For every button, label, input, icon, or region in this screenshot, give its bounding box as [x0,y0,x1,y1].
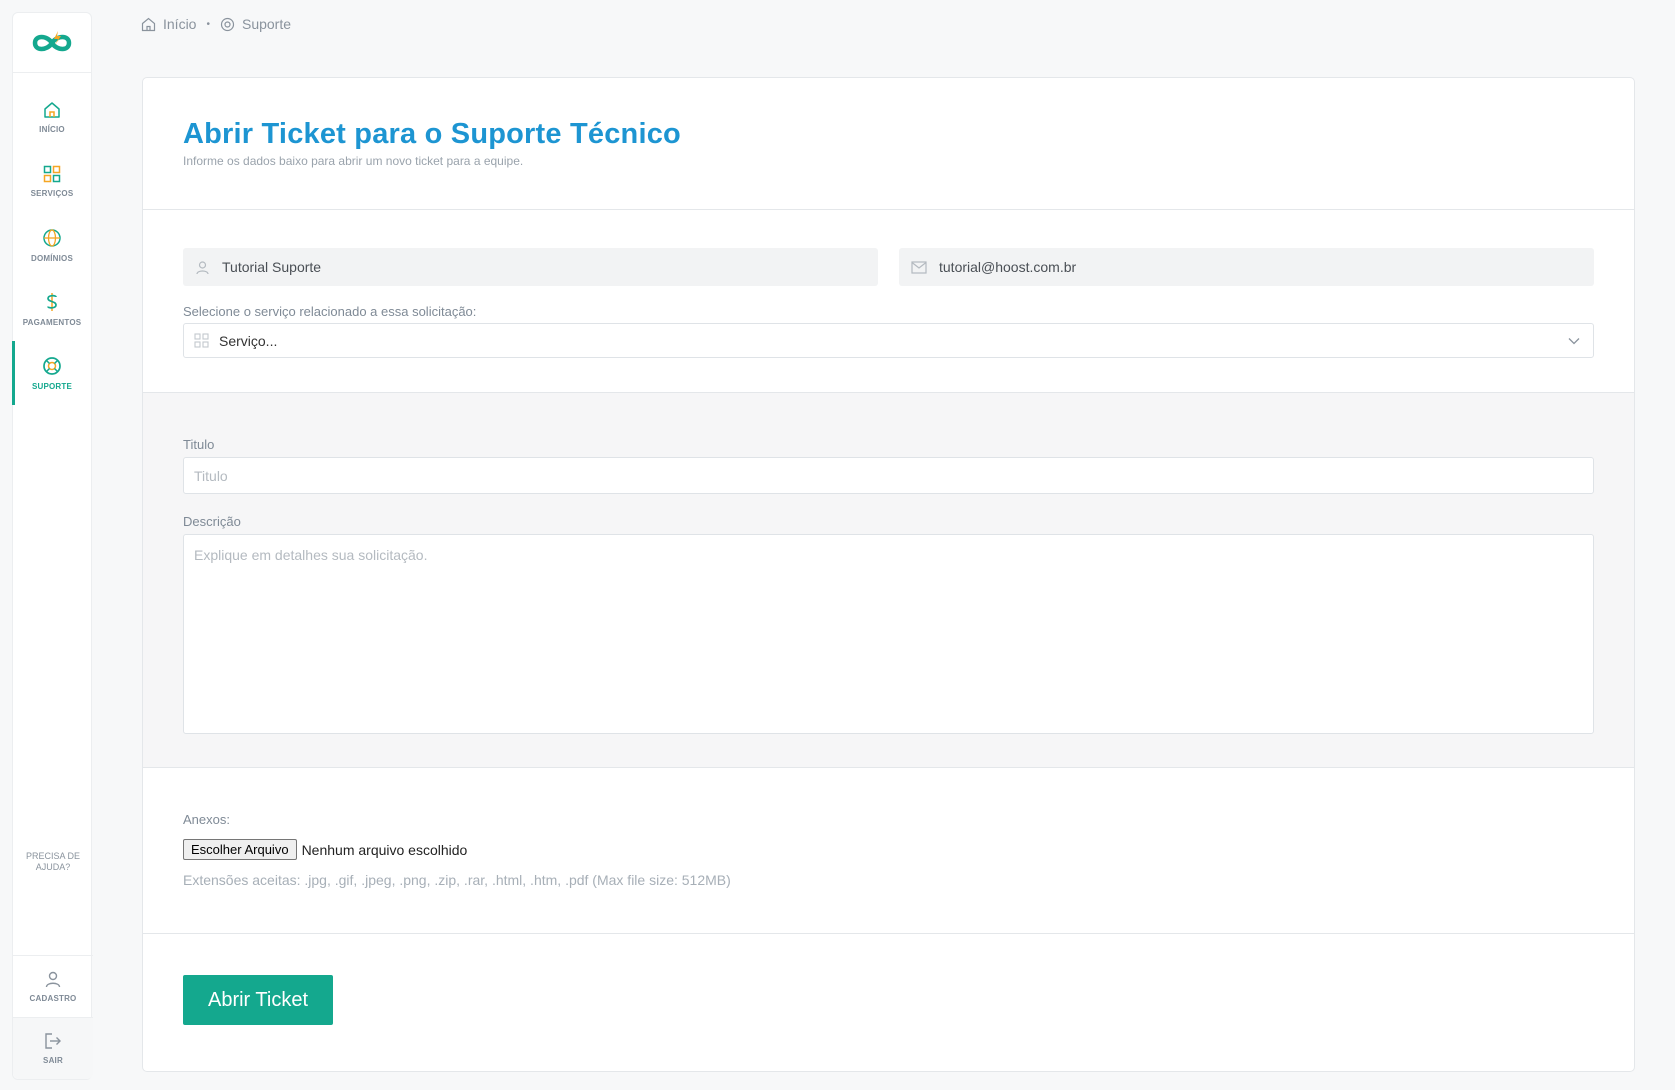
logo[interactable] [13,13,91,73]
submit-section: Abrir Ticket [143,934,1634,1025]
service-label: Selecione o serviço relacionado a essa s… [183,304,477,319]
breadcrumb-home[interactable]: Início [141,16,196,32]
form-header: Abrir Ticket para o Suporte Técnico Info… [143,78,1634,210]
title-label: Titulo [183,437,215,452]
sidebar: INÍCIO SERVIÇOS DOMÍNIOS PAGAMENTOS SUPO… [12,12,93,1080]
open-ticket-button[interactable]: Abrir Ticket [183,975,333,1025]
attachments-label: Anexos: [183,812,230,827]
infinity-logo-icon [32,30,72,51]
sidebar-item-label: DOMÍNIOS [30,253,74,263]
description-label: Descrição [183,514,241,529]
ticket-form-card: Abrir Ticket para o Suporte Técnico Info… [142,77,1635,1072]
grid-icon [194,333,209,348]
logout-icon [45,1033,61,1049]
service-select-value: Serviço... [219,332,278,349]
name-field: Tutorial Suporte [183,248,878,286]
breadcrumb-home-label: Início [163,16,197,32]
home-icon [44,101,60,118]
title-input[interactable]: Titulo [183,457,1594,494]
sidebar-item-label: SUPORTE [31,381,73,391]
sidebar-item-servicos[interactable]: SERVIÇOS [13,149,91,213]
sidebar-item-label: CADASTRO [29,994,77,1003]
breadcrumb: Início • Suporte [141,16,291,32]
lifebuoy-icon [43,356,61,375]
chevron-down-icon [1568,338,1580,345]
lifebuoy-icon [220,17,235,31]
sidebar-item-suporte[interactable]: SUPORTE [12,341,91,405]
user-icon [196,260,209,274]
mail-icon [911,260,927,274]
breadcrumb-current-label: Suporte [241,16,292,32]
choose-file-button[interactable]: Escolher Arquivo [183,839,297,860]
sidebar-item-pagamentos[interactable]: PAGAMENTOS [13,277,91,341]
user-icon [45,971,61,988]
help-link[interactable]: PRECISA DE AJUDA? [13,851,93,873]
home-icon [141,17,156,31]
sidebar-item-label: SAIR [43,1056,63,1065]
email-field: tutorial@hoost.com.br [899,248,1594,286]
sidebar-item-dominios[interactable]: DOMÍNIOS [13,213,91,277]
sidebar-item-label: PAGAMENTOS [22,317,82,327]
sidebar-item-sair[interactable]: SAIR [13,1017,93,1079]
globe-icon [43,228,61,247]
service-select[interactable]: Serviço... [183,323,1594,358]
file-status: Nenhum arquivo escolhido [301,841,468,858]
page-title: Abrir Ticket para o Suporte Técnico [183,118,681,150]
breadcrumb-current: Suporte [220,16,291,32]
sidebar-bottom: CADASTRO SAIR [13,955,93,1079]
sidebar-item-label: SERVIÇOS [30,188,74,198]
sidebar-nav: INÍCIO SERVIÇOS DOMÍNIOS PAGAMENTOS SUPO… [12,73,91,405]
allowed-extensions: Extensões aceitas: .jpg, .gif, .jpeg, .p… [183,872,731,888]
file-input: Escolher Arquivo Nenhum arquivo escolhid… [183,839,1594,860]
email-value: tutorial@hoost.com.br [939,259,1077,275]
user-section: Tutorial Suporte tutorial@hoost.com.br S… [143,210,1634,393]
grid-icon [43,165,61,182]
dollar-icon [47,292,57,311]
user-info-row: Tutorial Suporte tutorial@hoost.com.br [183,248,1594,286]
name-value: Tutorial Suporte [222,259,322,275]
description-textarea[interactable]: Explique em detalhes sua solicitação. [183,534,1594,734]
page-subtitle: Informe os dados baixo para abrir um nov… [183,154,524,168]
breadcrumb-separator: • [206,18,210,30]
sidebar-item-cadastro[interactable]: CADASTRO [13,955,93,1017]
sidebar-item-inicio[interactable]: INÍCIO [13,85,91,149]
sidebar-item-label: INÍCIO [39,124,65,134]
ticket-details-section: Titulo Titulo Descrição Explique em deta… [143,393,1634,768]
attachments-section: Anexos: Escolher Arquivo Nenhum arquivo … [143,768,1634,934]
